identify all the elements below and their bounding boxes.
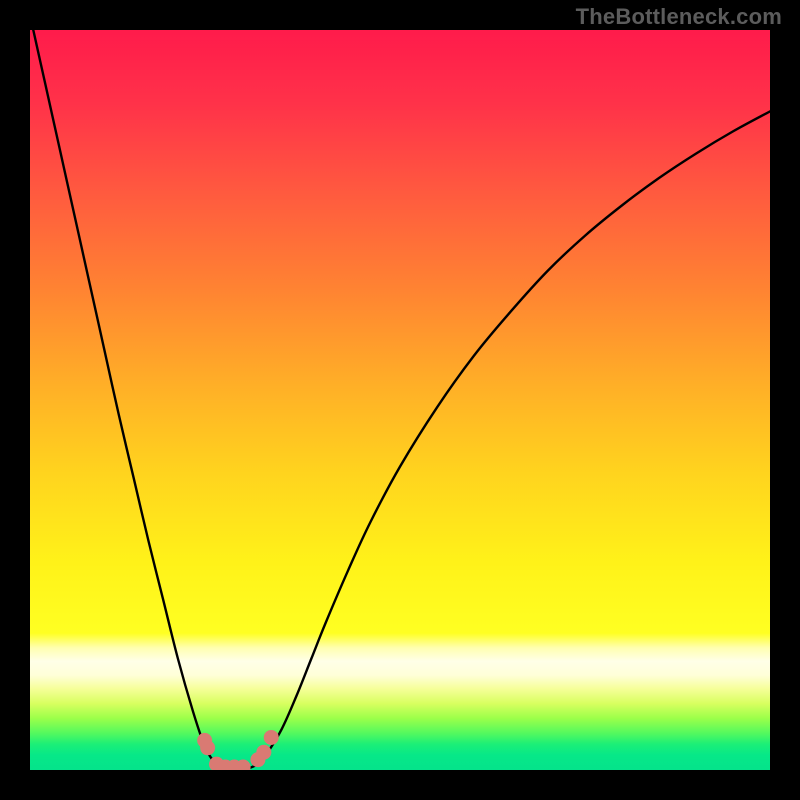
data-marker: [264, 730, 279, 745]
gradient-background: [30, 30, 770, 770]
data-marker: [256, 745, 271, 760]
plot-area: [30, 30, 770, 770]
chart-container: TheBottleneck.com: [0, 0, 800, 800]
bottleneck-chart: [30, 30, 770, 770]
data-marker: [200, 740, 215, 755]
watermark-text: TheBottleneck.com: [576, 4, 782, 30]
